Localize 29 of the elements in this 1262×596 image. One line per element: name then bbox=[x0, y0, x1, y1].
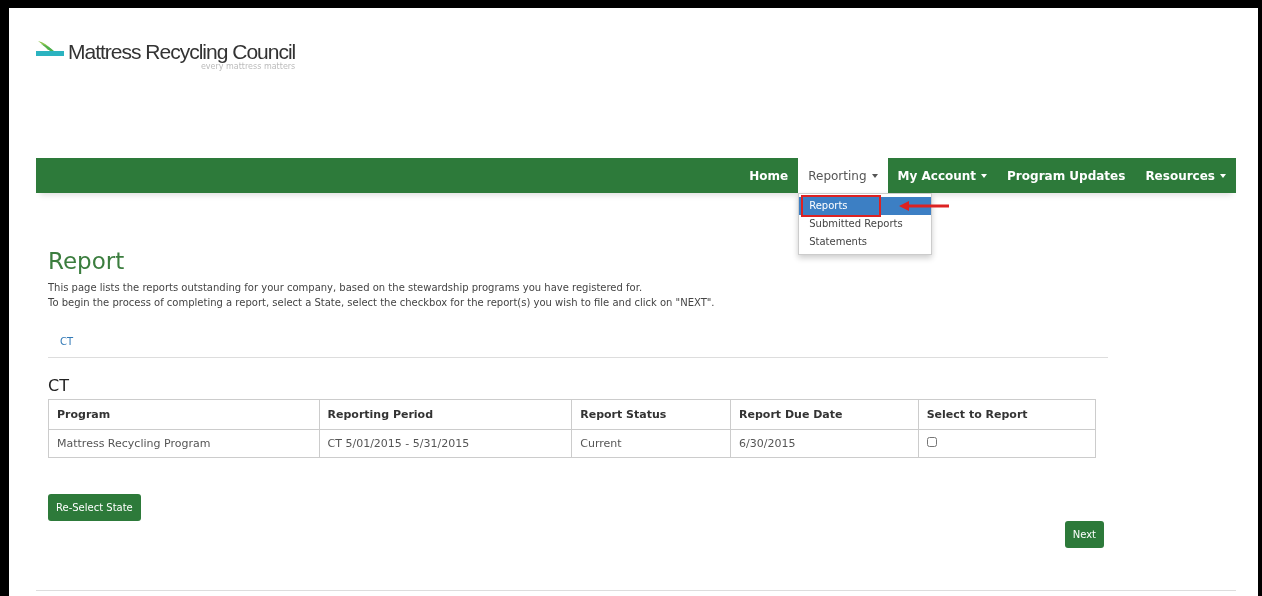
table-cell: 6/30/2015 bbox=[730, 429, 919, 458]
column-header: Program bbox=[48, 399, 320, 430]
reselect-state-button[interactable]: Re-Select State bbox=[48, 494, 141, 521]
column-header: Reporting Period bbox=[319, 399, 572, 430]
nav-item[interactable]: Resources bbox=[1135, 158, 1236, 193]
page-title: Report bbox=[48, 248, 125, 274]
logo-tagline: every mattress matters bbox=[200, 62, 296, 71]
table-cell: CT 5/01/2015 - 5/31/2015 bbox=[319, 429, 572, 458]
logo-name: Mattress Recycling Council bbox=[68, 40, 296, 63]
table-cell: Current bbox=[571, 429, 731, 458]
logo-icon bbox=[36, 40, 64, 56]
state-link[interactable]: CT bbox=[60, 336, 74, 347]
section-heading: CT bbox=[48, 376, 70, 395]
intro-text: To begin the process of completing a report, select a State, select the checkbox for the report(s) you wish to file and click on "NEXT". bbox=[48, 297, 716, 308]
arrow-icon bbox=[899, 201, 950, 211]
nav-item[interactable]: My Account bbox=[887, 158, 998, 193]
column-header: Report Status bbox=[571, 399, 731, 430]
column-header: Report Due Date bbox=[730, 399, 919, 430]
nav-item[interactable]: Reporting bbox=[798, 158, 888, 193]
menu-item[interactable]: Statements bbox=[799, 233, 932, 251]
intro-text: This page lists the reports outstanding for your company, based on the stewardship programs you have registered for. bbox=[48, 282, 644, 293]
menu-item[interactable]: Reports bbox=[799, 197, 932, 215]
table-cell: Mattress Recycling Program bbox=[48, 429, 320, 458]
select-checkbox[interactable] bbox=[926, 437, 937, 447]
menu-item[interactable]: Submitted Reports bbox=[799, 215, 932, 233]
nav-item[interactable]: Home bbox=[739, 158, 799, 193]
next-button[interactable]: Next bbox=[1064, 521, 1104, 548]
nav-item[interactable]: Program Updates bbox=[997, 158, 1136, 193]
column-header: Select to Report bbox=[918, 399, 1096, 430]
